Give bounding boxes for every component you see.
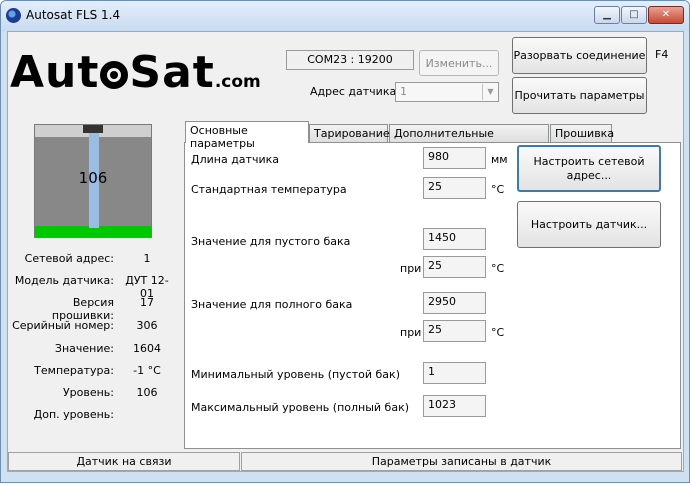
empty-label: Значение для пустого бака (191, 235, 351, 248)
info-label-value: Значение: (54, 342, 114, 355)
info-value-temperature: -1 °C (133, 364, 161, 377)
full-at-label: при (400, 326, 422, 339)
tab-calibration[interactable]: Тарирование (309, 124, 390, 142)
info-value-network-address: 1 (143, 252, 151, 265)
length-field[interactable]: 980 (423, 147, 486, 169)
max-level-label: Максимальный уровень (полный бак) (191, 401, 410, 414)
empty-temp-unit: °C (491, 262, 505, 275)
logo-o-icon (100, 61, 129, 89)
logo-text-1: Aut (10, 47, 100, 98)
autosat-logo: Aut Sat.com (10, 47, 261, 98)
max-level-field[interactable]: 1023 (423, 395, 486, 417)
address-label: Адрес датчика: (310, 85, 400, 98)
chevron-down-icon[interactable]: ▼ (482, 84, 498, 100)
status-message: Параметры записаны в датчик (241, 452, 682, 471)
level-text: 106 (78, 169, 108, 187)
window-title: Autosat FLS 1.4 (26, 8, 121, 22)
length-unit: мм (491, 153, 508, 166)
close-button[interactable]: ✕ (648, 6, 684, 24)
temp-unit: °C (491, 183, 505, 196)
info-label-temperature: Температура: (34, 364, 114, 377)
info-label-extra-level: Доп. уровень: (33, 408, 114, 421)
status-connection: Датчик на связи (8, 452, 240, 471)
info-value-level: 106 (136, 386, 158, 399)
change-port-button[interactable]: Изменить... (419, 50, 499, 76)
tab-additional-params[interactable]: Дополнительные параметры (389, 124, 549, 153)
logo-text-2: Sat (129, 47, 215, 98)
empty-value-field[interactable]: 1450 (423, 228, 486, 250)
info-label-network-address: Сетевой адрес: (24, 252, 114, 265)
info-value-value: 1604 (133, 342, 161, 355)
tab-firmware[interactable]: Прошивка (550, 124, 614, 142)
network-setup-button[interactable]: Настроить сетевой адрес... (517, 145, 661, 192)
sensor-head-icon (83, 125, 103, 133)
tank-gauge: 106 (34, 124, 152, 238)
length-label: Длина датчика (191, 153, 279, 166)
empty-temp-field[interactable]: 25 (423, 256, 486, 278)
maximize-button[interactable]: □ (621, 6, 647, 24)
tab-basic-params[interactable]: Основные параметры (185, 121, 309, 150)
hotkey-label: F4 (655, 48, 669, 61)
logo-text-3: .com (214, 72, 261, 92)
port-display: COM23 : 19200 (286, 50, 414, 70)
info-label-serial: Серийный номер: (12, 319, 114, 332)
disconnect-button[interactable]: Разорвать соединение (512, 37, 647, 74)
info-value-serial: 306 (136, 319, 158, 332)
full-value-field[interactable]: 2950 (423, 292, 486, 314)
app-icon (6, 8, 21, 23)
minimize-button[interactable]: ▁ (594, 6, 620, 24)
sensor-setup-button[interactable]: Настроить датчик... (517, 201, 661, 248)
temp-field[interactable]: 25 (423, 177, 486, 199)
full-label: Значение для полного бака (191, 298, 353, 311)
info-label-model: Модель датчика: (14, 274, 114, 287)
full-temp-field[interactable]: 25 (423, 320, 486, 342)
info-value-firmware: 17 (140, 296, 154, 309)
min-level-field[interactable]: 1 (423, 362, 486, 384)
full-temp-unit: °C (491, 326, 505, 339)
read-params-button[interactable]: Прочитать параметры (512, 77, 647, 114)
info-label-level: Уровень: (62, 386, 114, 399)
empty-at-label: при (400, 262, 422, 275)
min-level-label: Минимальный уровень (пустой бак) (191, 368, 400, 381)
temp-label: Стандартная температура (191, 183, 347, 196)
